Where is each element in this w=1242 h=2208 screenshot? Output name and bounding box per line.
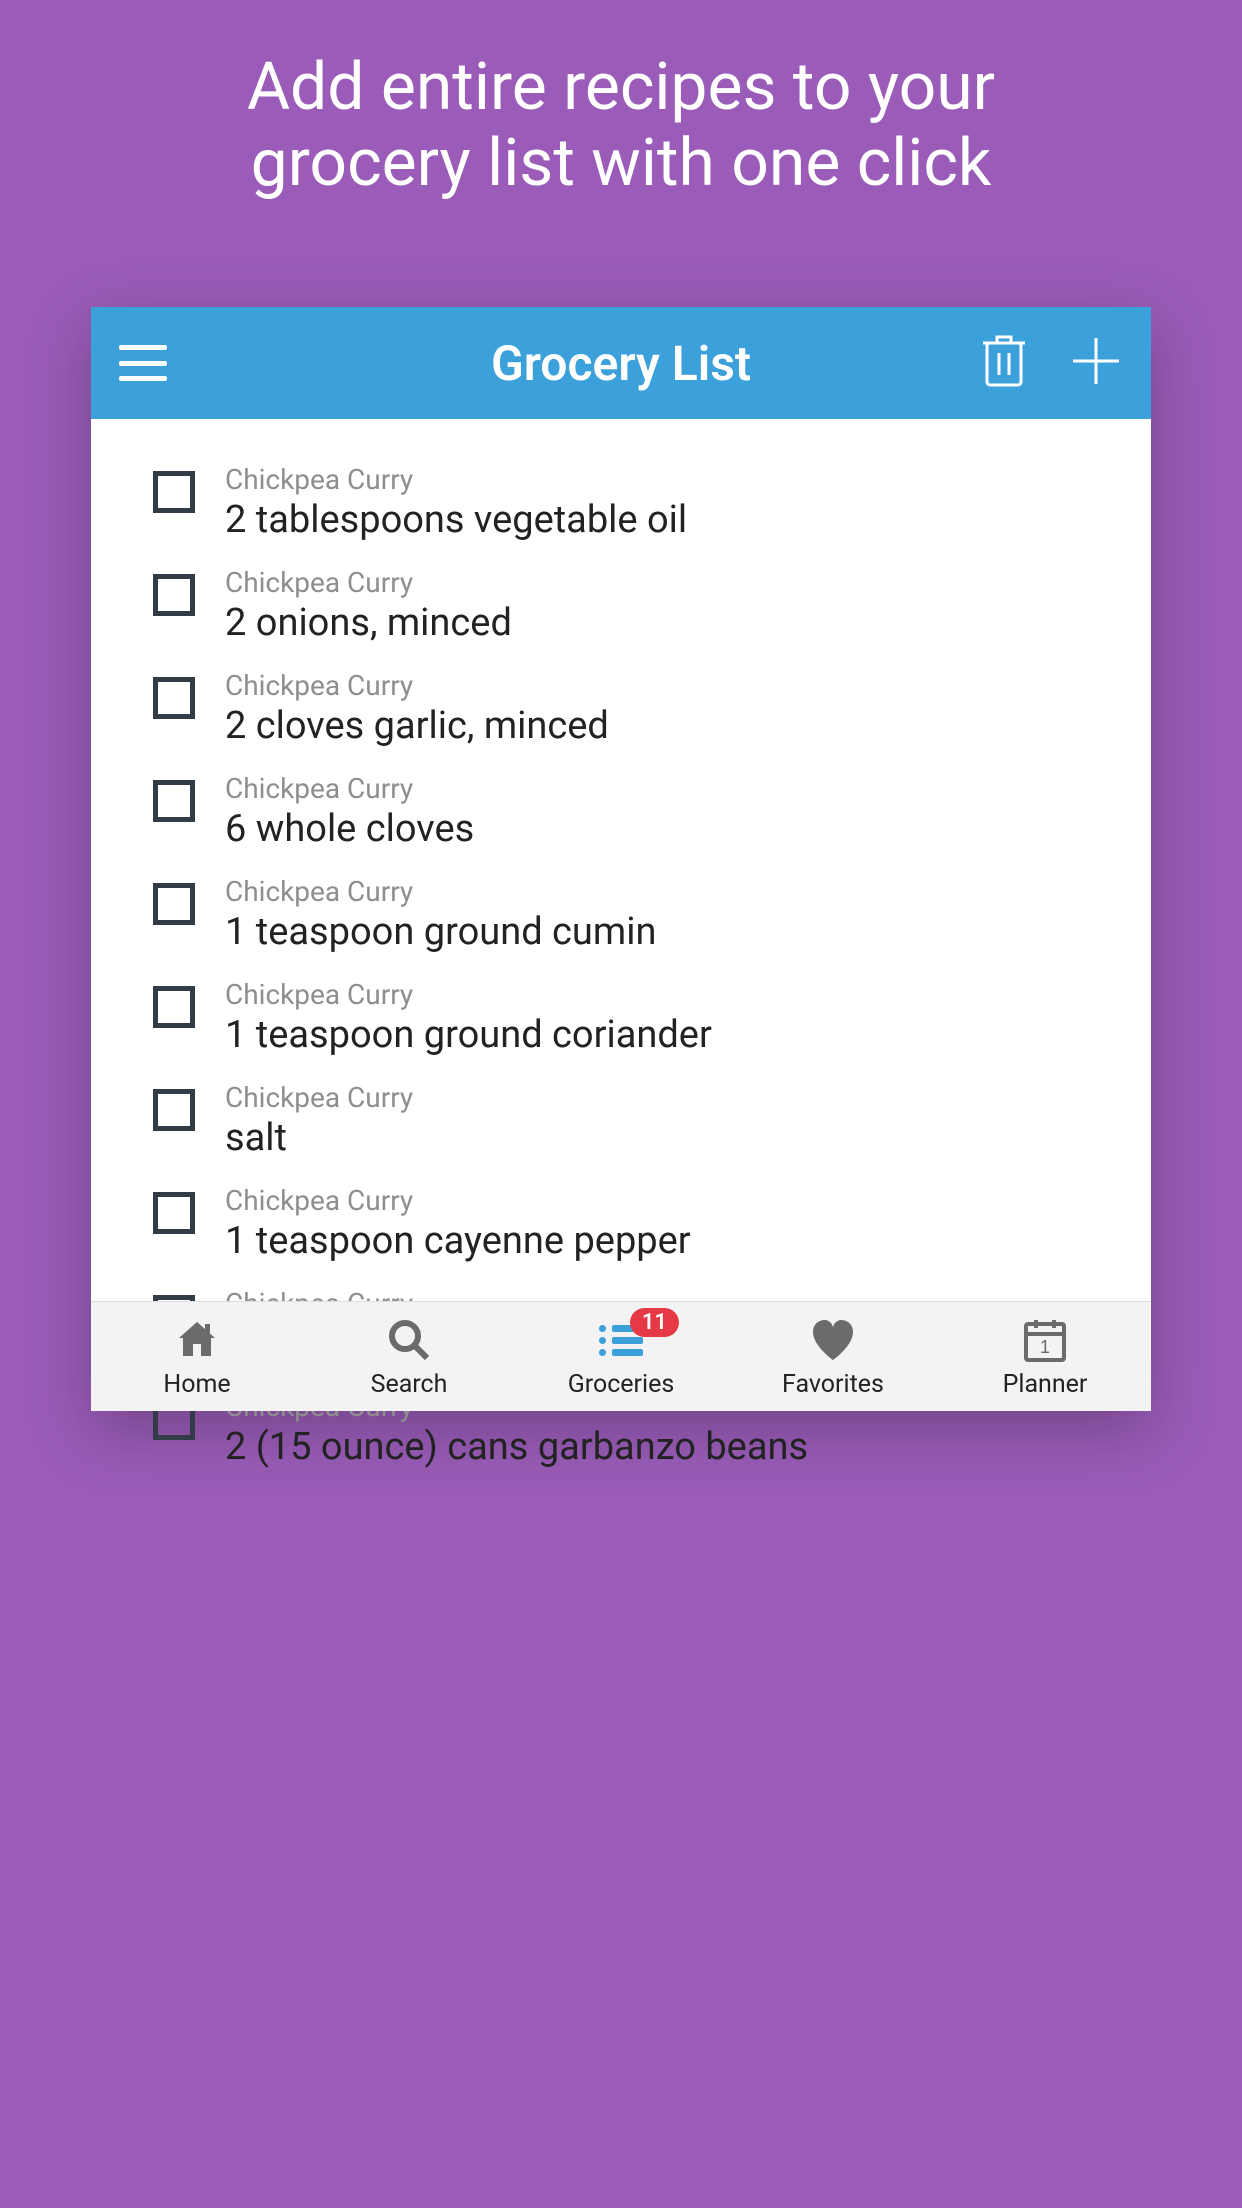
list-item[interactable]: Chickpea Curry 1 teaspoon cayenne pepper xyxy=(91,1172,1151,1275)
item-source: Chickpea Curry xyxy=(225,1081,1121,1114)
checkbox-icon[interactable] xyxy=(153,574,195,616)
nav-label: Groceries xyxy=(568,1370,675,1399)
promo-line-2: grocery list with one click xyxy=(247,126,995,202)
item-source: Chickpea Curry xyxy=(225,978,1121,1011)
app-screen: Grocery List Ch xyxy=(91,307,1151,1411)
item-name: 1 teaspoon ground cumin xyxy=(225,910,1121,954)
checkbox-icon[interactable] xyxy=(153,780,195,822)
checkbox-icon[interactable] xyxy=(153,471,195,513)
home-icon xyxy=(173,1314,221,1366)
item-name: 2 (15 ounce) cans garbanzo beans xyxy=(225,1425,1121,1469)
nav-groceries[interactable]: 11 Groceries xyxy=(515,1302,727,1411)
checkbox-icon[interactable] xyxy=(153,1089,195,1131)
item-source: Chickpea Curry xyxy=(225,1184,1121,1217)
menu-icon[interactable] xyxy=(119,345,167,381)
promo-headline: Add entire recipes to your grocery list … xyxy=(167,50,1075,202)
list-item[interactable]: Chickpea Curry 6 whole cloves xyxy=(91,760,1151,863)
item-source: Chickpea Curry xyxy=(225,772,1121,805)
item-name: 1 teaspoon cayenne pepper xyxy=(225,1219,1121,1263)
item-name: 2 cloves garlic, minced xyxy=(225,704,1121,748)
list-item[interactable]: Chickpea Curry salt xyxy=(91,1069,1151,1172)
page-title: Grocery List xyxy=(491,335,751,392)
heart-icon xyxy=(809,1314,857,1366)
checkbox-icon[interactable] xyxy=(153,883,195,925)
checkbox-icon[interactable] xyxy=(153,677,195,719)
nav-label: Favorites xyxy=(782,1370,884,1399)
nav-favorites[interactable]: Favorites xyxy=(727,1302,939,1411)
bottom-nav: Home Search 11 Groceries xyxy=(91,1301,1151,1411)
list-item[interactable]: Chickpea Curry 2 cloves garlic, minced xyxy=(91,657,1151,760)
checkbox-icon[interactable] xyxy=(153,986,195,1028)
search-icon xyxy=(385,1314,433,1366)
item-name: salt xyxy=(225,1116,1121,1160)
checkbox-icon[interactable] xyxy=(153,1192,195,1234)
badge-count: 11 xyxy=(630,1308,679,1337)
item-name: 2 onions, minced xyxy=(225,601,1121,645)
svg-text:1: 1 xyxy=(1040,1337,1050,1357)
nav-home[interactable]: Home xyxy=(91,1302,303,1411)
list-item[interactable]: Chickpea Curry 1 teaspoon ground cumin xyxy=(91,863,1151,966)
add-icon[interactable] xyxy=(1069,334,1123,392)
nav-planner[interactable]: 1 Planner xyxy=(939,1302,1151,1411)
item-source: Chickpea Curry xyxy=(225,875,1121,908)
nav-search[interactable]: Search xyxy=(303,1302,515,1411)
list-item[interactable]: Chickpea Curry 2 tablespoons vegetable o… xyxy=(91,451,1151,554)
list-item[interactable]: Chickpea Curry 2 onions, minced xyxy=(91,554,1151,657)
nav-label: Planner xyxy=(1003,1370,1088,1399)
item-source: Chickpea Curry xyxy=(225,463,1121,496)
nav-label: Search xyxy=(371,1370,448,1399)
calendar-icon: 1 xyxy=(1022,1314,1068,1366)
nav-label: Home xyxy=(163,1370,230,1399)
promo-line-1: Add entire recipes to your xyxy=(247,50,995,126)
app-header: Grocery List xyxy=(91,307,1151,419)
item-source: Chickpea Curry xyxy=(225,669,1121,702)
list-item[interactable]: Chickpea Curry 1 teaspoon ground coriand… xyxy=(91,966,1151,1069)
item-name: 2 tablespoons vegetable oil xyxy=(225,498,1121,542)
item-source: Chickpea Curry xyxy=(225,566,1121,599)
item-name: 6 whole cloves xyxy=(225,807,1121,851)
trash-icon[interactable] xyxy=(981,333,1027,393)
item-name: 1 teaspoon ground coriander xyxy=(225,1013,1121,1057)
